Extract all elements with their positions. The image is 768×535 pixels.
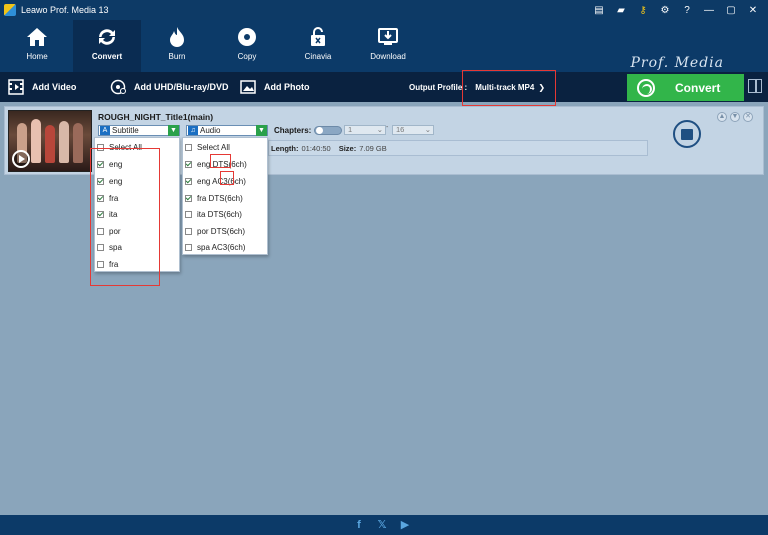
x-twitter-icon[interactable]: 𝕏 bbox=[375, 518, 389, 532]
chevron-down-icon: ▼ bbox=[168, 125, 179, 136]
music-note-icon: ♫ bbox=[188, 126, 198, 135]
checkbox-checked-icon bbox=[97, 177, 104, 185]
add-photo-button[interactable]: Add Photo bbox=[240, 72, 310, 102]
chapters-label: Chapters: bbox=[274, 126, 312, 135]
audio-option[interactable]: spa AC3(6ch) bbox=[183, 239, 267, 255]
length-label: Length: bbox=[271, 143, 299, 153]
footer: f 𝕏 ▶ bbox=[0, 515, 768, 535]
checkbox-icon bbox=[185, 210, 192, 218]
minimize-button[interactable]: — bbox=[698, 0, 720, 20]
size-label: Size: bbox=[338, 143, 357, 153]
length-value: 01:40:50 bbox=[301, 143, 331, 153]
nav-cinavia[interactable]: Cinavia bbox=[284, 20, 352, 72]
flame-icon bbox=[170, 27, 184, 47]
audio-option[interactable]: por DTS(6ch) bbox=[183, 223, 267, 239]
disc-icon bbox=[238, 28, 256, 46]
gear-icon[interactable]: ⚙ bbox=[654, 0, 676, 20]
photo-icon bbox=[240, 80, 256, 94]
checkbox-checked-icon bbox=[185, 160, 192, 168]
move-down-icon[interactable]: ▼ bbox=[730, 112, 740, 122]
home-icon bbox=[27, 28, 47, 46]
checkbox-checked-icon bbox=[97, 194, 104, 202]
size-value: 7.09 GB bbox=[359, 143, 387, 153]
output-profile-label: Output Profile : bbox=[409, 82, 468, 92]
sidebar-toggle-icon[interactable] bbox=[748, 79, 762, 93]
maximize-button[interactable]: ▢ bbox=[720, 0, 742, 20]
audio-select-all[interactable]: Select All bbox=[183, 139, 267, 155]
chapter-from-select[interactable]: 1 ⌄ bbox=[344, 125, 386, 135]
video-title: ROUGH_NIGHT_Title1(main) bbox=[98, 112, 214, 122]
subtitle-option[interactable]: fra bbox=[95, 190, 179, 206]
help-icon[interactable]: ? bbox=[676, 0, 698, 20]
subtitle-select-all[interactable]: Select All bbox=[95, 139, 179, 155]
subtitle-option[interactable]: spa bbox=[95, 239, 179, 255]
nav-burn[interactable]: Burn bbox=[143, 20, 211, 72]
move-up-icon[interactable]: ▲ bbox=[717, 112, 727, 122]
youtube-icon[interactable]: ▶ bbox=[398, 518, 412, 532]
subtitle-dropdown: Select All eng eng fra ita por spa fra bbox=[94, 137, 180, 272]
chapter-separator: - bbox=[386, 124, 389, 131]
key-icon[interactable]: ⚷ bbox=[632, 0, 654, 20]
checkbox-icon bbox=[97, 227, 104, 235]
audio-option[interactable]: eng AC3(6ch) bbox=[183, 173, 267, 189]
edit-icon[interactable] bbox=[673, 120, 701, 148]
toolbox-icon[interactable]: ▤ bbox=[588, 0, 610, 20]
checkbox-icon bbox=[185, 243, 192, 251]
subtitle-option[interactable]: eng bbox=[95, 156, 179, 172]
nav-convert[interactable]: Convert bbox=[73, 20, 141, 72]
audio-combo[interactable]: ♫ Audio ▼ bbox=[186, 125, 268, 136]
audio-option[interactable]: ita DTS(6ch) bbox=[183, 206, 267, 222]
subtitle-option[interactable]: eng bbox=[95, 173, 179, 189]
video-info-bar: Length: 01:40:50 Size: 7.09 GB bbox=[268, 140, 648, 156]
title-bar: Leawo Prof. Media 13 ▤ ▰ ⚷ ⚙ ? — ▢ ✕ bbox=[0, 0, 768, 20]
chevron-down-icon: ⌄ bbox=[376, 125, 383, 134]
subtitle-option[interactable]: fra bbox=[95, 256, 179, 272]
output-profile-value: Multi-track MP4 bbox=[475, 82, 535, 92]
app-logo-icon bbox=[4, 4, 16, 16]
brand-logo: Prof. Media bbox=[630, 55, 724, 71]
nav-home[interactable]: Home bbox=[3, 20, 71, 72]
remove-icon[interactable]: ✕ bbox=[743, 112, 753, 122]
add-video-button[interactable]: Add Video bbox=[8, 72, 76, 102]
film-icon bbox=[8, 79, 24, 95]
subtitle-option[interactable]: por bbox=[95, 223, 179, 239]
nav-copy[interactable]: Copy bbox=[213, 20, 281, 72]
subtitle-icon: A bbox=[100, 126, 110, 135]
checkbox-icon bbox=[97, 243, 104, 251]
chevron-down-icon: ❯ bbox=[538, 82, 546, 92]
checkbox-icon bbox=[97, 260, 104, 268]
convert-icon bbox=[99, 29, 115, 45]
checkbox-checked-icon bbox=[185, 194, 192, 202]
subtitle-option[interactable]: ita bbox=[95, 206, 179, 222]
checkbox-icon bbox=[97, 143, 104, 151]
checkbox-checked-icon bbox=[97, 160, 104, 168]
subtitle-combo[interactable]: A Subtitle ▼ bbox=[98, 125, 180, 136]
unlock-icon bbox=[311, 27, 325, 46]
main-nav: Home Convert Burn Copy Cinavia Download … bbox=[0, 20, 768, 77]
checkbox-checked-icon bbox=[185, 177, 192, 185]
chapters-toggle[interactable] bbox=[314, 126, 342, 135]
window-title: Leawo Prof. Media 13 bbox=[21, 5, 109, 15]
chevron-down-icon: ⌄ bbox=[424, 125, 431, 134]
audio-dropdown: Select All eng DTS(6ch) eng AC3(6ch) fra… bbox=[182, 137, 268, 255]
convert-refresh-icon bbox=[637, 78, 655, 97]
audio-option[interactable]: fra DTS(6ch) bbox=[183, 190, 267, 206]
disc-add-icon bbox=[110, 79, 126, 95]
add-disc-button[interactable]: Add UHD/Blu-ray/DVD bbox=[110, 72, 229, 102]
play-icon[interactable] bbox=[12, 150, 30, 168]
audio-option[interactable]: eng DTS(6ch) bbox=[183, 156, 267, 172]
window-controls: ▤ ▰ ⚷ ⚙ ? — ▢ ✕ bbox=[588, 0, 764, 20]
checkbox-checked-icon bbox=[97, 210, 104, 218]
chevron-down-icon: ▼ bbox=[256, 125, 267, 136]
chapter-to-select[interactable]: 16 ⌄ bbox=[392, 125, 434, 135]
checkbox-icon bbox=[185, 143, 192, 151]
download-icon bbox=[378, 28, 398, 45]
chat-icon[interactable]: ▰ bbox=[610, 0, 632, 20]
convert-button[interactable]: Convert bbox=[627, 74, 744, 101]
output-profile-selector[interactable]: Output Profile : Multi-track MP4 ❯ bbox=[409, 72, 545, 102]
nav-download[interactable]: Download bbox=[354, 20, 422, 72]
facebook-icon[interactable]: f bbox=[352, 518, 366, 532]
close-button[interactable]: ✕ bbox=[742, 0, 764, 20]
checkbox-icon bbox=[185, 227, 192, 235]
